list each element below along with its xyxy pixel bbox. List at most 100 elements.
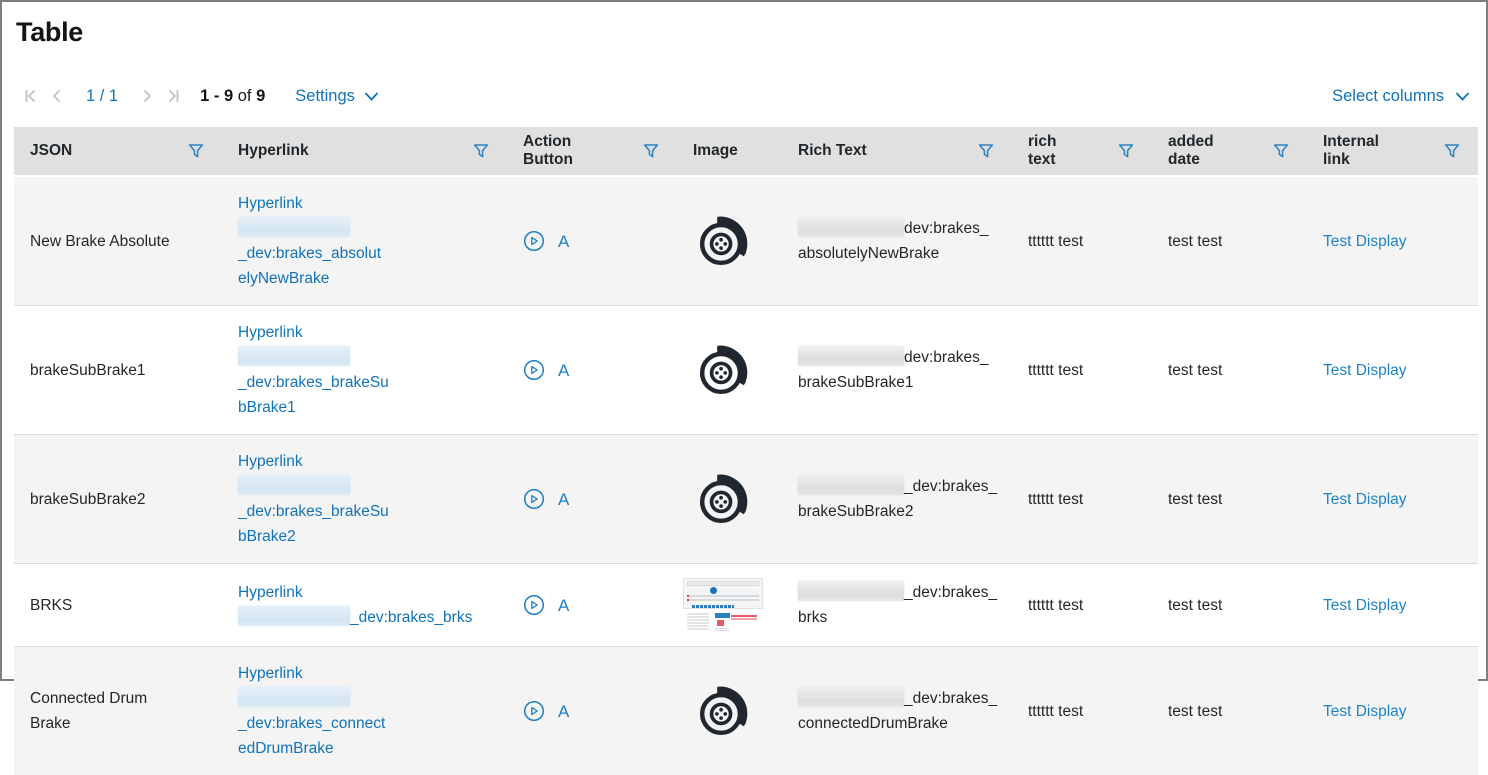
cell-json: brakeSubBrake2 [14, 435, 222, 563]
hyperlink-link[interactable]: Hyperlink _dev:brakes_brks [238, 584, 472, 626]
cell-json: Connected Drum Brake [14, 647, 222, 775]
row-range: 1 - 9 [200, 87, 233, 105]
cell-action-button: A [507, 435, 677, 563]
internal-link[interactable]: Test Display [1323, 703, 1407, 720]
cell-added-date: test test [1152, 564, 1307, 646]
cell-added-date: test test [1152, 177, 1307, 305]
play-circle-icon [523, 700, 545, 722]
cell-internal-link: Test Display [1307, 435, 1478, 563]
action-button[interactable] [523, 359, 545, 381]
column-header-action[interactable]: Action Button [507, 127, 677, 175]
filter-funnel-icon[interactable] [465, 143, 489, 159]
cell-rich-text-2: tttttt test [1012, 564, 1152, 646]
page: Table 1 / 1 [2, 16, 1486, 775]
last-page-icon [163, 86, 183, 106]
cell-internal-link: Test Display [1307, 647, 1478, 775]
cell-action-button: A [507, 306, 677, 434]
first-page-icon [21, 86, 41, 106]
table-row[interactable]: Connected Drum Brake Hyperlink _dev:brak… [14, 646, 1478, 775]
hyperlink-link[interactable]: Hyperlink _dev:brakes_absolut elyNewBrak… [238, 195, 381, 287]
column-header-label: Action Button [523, 133, 573, 169]
redacted-text-block [238, 346, 350, 366]
previous-page-button[interactable] [44, 85, 70, 107]
column-header-internal[interactable]: Internal link [1307, 127, 1478, 175]
column-header-richtext2[interactable]: rich text [1012, 127, 1152, 175]
cell-rich-text-2: tttttt test [1012, 306, 1152, 434]
redacted-text-block [798, 346, 904, 366]
table-body: New Brake Absolute Hyperlink _dev:brakes… [14, 175, 1478, 775]
table-row[interactable]: BRKS Hyperlink _dev:brakes_brks A [14, 563, 1478, 646]
column-header-label: Hyperlink [238, 142, 309, 160]
action-button[interactable] [523, 594, 545, 616]
internal-link[interactable]: Test Display [1323, 362, 1407, 379]
chevron-right-icon [137, 86, 157, 106]
internal-link[interactable]: Test Display [1323, 597, 1407, 614]
filter-funnel-icon[interactable] [1265, 143, 1289, 159]
cell-rich-text-2: tttttt test [1012, 435, 1152, 563]
column-header-image[interactable]: Image [677, 127, 782, 175]
cell-action-button: A [507, 177, 677, 305]
column-header-label: JSON [30, 142, 72, 160]
cell-rich-text-2: tttttt test [1012, 647, 1152, 775]
column-header-label: Internal link [1323, 133, 1379, 169]
chevron-down-icon [1455, 91, 1470, 102]
column-header-added[interactable]: added date [1152, 127, 1307, 175]
cell-image [677, 177, 782, 305]
redacted-text-block [238, 606, 350, 626]
filter-funnel-icon[interactable] [635, 143, 659, 159]
table-toolbar: 1 / 1 1 - 9 of 9 Setting [18, 84, 1470, 108]
redacted-text-block [238, 687, 350, 707]
row-range-label: 1 - 9 of 9 [200, 87, 265, 106]
column-header-label: Rich Text [798, 142, 867, 160]
internal-link[interactable]: Test Display [1323, 491, 1407, 508]
settings-dropdown[interactable]: Settings [295, 87, 379, 106]
page-title: Table [16, 16, 1472, 48]
select-columns-dropdown[interactable]: Select columns [1332, 87, 1470, 106]
internal-link[interactable]: Test Display [1323, 233, 1407, 250]
action-button-label: A [558, 358, 569, 383]
redacted-text-block [798, 581, 904, 601]
cell-added-date: test test [1152, 435, 1307, 563]
cell-image [677, 647, 782, 775]
settings-label: Settings [295, 87, 355, 106]
first-page-button[interactable] [18, 85, 44, 107]
hyperlink-link[interactable]: Hyperlink _dev:brakes_brakeSu bBrake2 [238, 453, 389, 545]
filter-funnel-icon[interactable] [970, 143, 994, 159]
select-columns-label: Select columns [1332, 87, 1444, 106]
play-circle-icon [523, 594, 545, 616]
cell-json: brakeSubBrake1 [14, 306, 222, 434]
cell-internal-link: Test Display [1307, 564, 1478, 646]
action-button[interactable] [523, 230, 545, 252]
action-button[interactable] [523, 700, 545, 722]
cell-image [677, 564, 782, 646]
action-button-label: A [558, 699, 569, 724]
cell-rich-text: _dev:brakes_ brks [782, 564, 1012, 646]
row-total: 9 [256, 87, 265, 105]
cell-hyperlink: Hyperlink _dev:brakes_brakeSu bBrake2 [222, 435, 507, 563]
column-header-json[interactable]: JSON [14, 127, 222, 175]
cell-internal-link: Test Display [1307, 306, 1478, 434]
play-circle-icon [523, 359, 545, 381]
next-page-button[interactable] [134, 85, 160, 107]
brake-disc-icon [692, 680, 754, 742]
chevron-down-icon [364, 91, 379, 102]
cell-rich-text: dev:brakes_ brakeSubBrake1 [782, 306, 1012, 434]
redacted-text-block [238, 475, 350, 495]
play-circle-icon [523, 230, 545, 252]
table-row[interactable]: brakeSubBrake2 Hyperlink _dev:brakes_bra… [14, 434, 1478, 563]
table-row[interactable]: New Brake Absolute Hyperlink _dev:brakes… [14, 175, 1478, 305]
filter-funnel-icon[interactable] [1436, 143, 1460, 159]
column-header-richtext[interactable]: Rich Text [782, 127, 1012, 175]
last-page-button[interactable] [160, 85, 186, 107]
hyperlink-link[interactable]: Hyperlink _dev:brakes_brakeSu bBrake1 [238, 324, 389, 416]
cell-hyperlink: Hyperlink _dev:brakes_absolut elyNewBrak… [222, 177, 507, 305]
hyperlink-link[interactable]: Hyperlink _dev:brakes_connect edDrumBrak… [238, 665, 385, 757]
action-button[interactable] [523, 488, 545, 510]
column-header-hyperlink[interactable]: Hyperlink [222, 127, 507, 175]
filter-funnel-icon[interactable] [180, 143, 204, 159]
filter-funnel-icon[interactable] [1110, 143, 1134, 159]
column-header-label: rich text [1028, 133, 1056, 169]
redacted-text-block [798, 687, 904, 707]
cell-added-date: test test [1152, 647, 1307, 775]
table-row[interactable]: brakeSubBrake1 Hyperlink _dev:brakes_bra… [14, 305, 1478, 434]
